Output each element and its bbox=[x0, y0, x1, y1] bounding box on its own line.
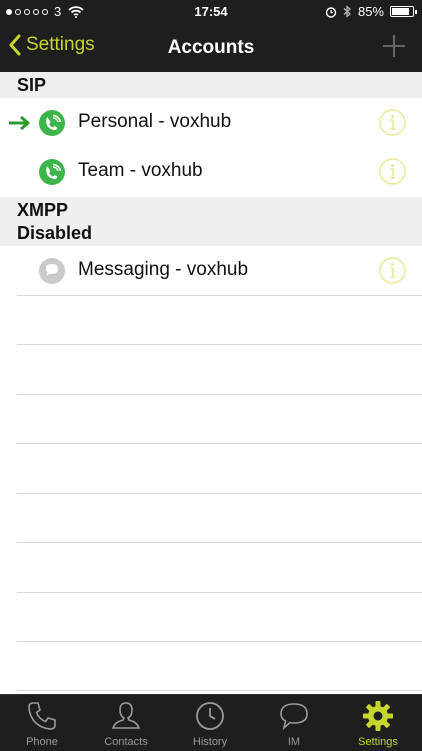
tab-im[interactable]: IM bbox=[252, 695, 336, 751]
clock-icon bbox=[196, 702, 224, 730]
tab-label: Phone bbox=[26, 736, 58, 748]
account-name: Personal - voxhub bbox=[78, 111, 232, 132]
status-right: 85% bbox=[325, 4, 417, 19]
chat-bubble-icon bbox=[39, 258, 65, 284]
row-divider bbox=[17, 493, 422, 494]
row-divider bbox=[17, 641, 422, 642]
contacts-icon bbox=[111, 702, 141, 729]
tab-history[interactable]: History bbox=[168, 695, 252, 751]
tab-contacts[interactable]: Contacts bbox=[84, 695, 168, 751]
account-name: Messaging - voxhub bbox=[78, 259, 249, 280]
row-divider bbox=[17, 394, 422, 395]
account-row-personal[interactable]: Personal - voxhub bbox=[0, 98, 422, 148]
bluetooth-icon bbox=[343, 5, 351, 18]
row-divider bbox=[17, 542, 422, 543]
account-row-team[interactable]: Team - voxhub bbox=[0, 147, 422, 197]
tab-label: IM bbox=[287, 736, 301, 748]
tab-label: Settings bbox=[358, 736, 398, 748]
info-button[interactable] bbox=[379, 257, 406, 284]
gear-icon bbox=[363, 701, 393, 731]
page-title: Accounts bbox=[167, 37, 255, 58]
chat-bubble-icon bbox=[280, 703, 308, 731]
info-button[interactable] bbox=[379, 158, 406, 185]
row-divider bbox=[17, 592, 422, 593]
section-header-sip: SIP bbox=[0, 72, 422, 98]
section-title: SIP bbox=[17, 75, 47, 95]
tab-label: History bbox=[192, 736, 228, 748]
top-bar: 3 17:54 85% Settings Accounts bbox=[0, 0, 422, 72]
tab-label: Contacts bbox=[104, 736, 148, 748]
section-subtitle: Disabled bbox=[17, 223, 93, 243]
battery-percent: 85% bbox=[357, 4, 384, 19]
navigation-bar: Settings Accounts bbox=[0, 24, 422, 72]
row-divider bbox=[17, 344, 422, 345]
tab-settings[interactable]: Settings bbox=[336, 695, 420, 751]
phone-icon bbox=[28, 702, 56, 730]
tab-bar: Phone Contacts History IM Settings bbox=[0, 694, 422, 751]
info-button[interactable] bbox=[379, 109, 406, 136]
row-divider bbox=[17, 295, 422, 296]
default-account-arrow-icon bbox=[9, 115, 30, 131]
account-row-messaging[interactable]: Messaging - voxhub bbox=[0, 246, 422, 296]
section-header-xmpp: XMPP Disabled bbox=[0, 197, 422, 246]
row-divider bbox=[17, 443, 422, 444]
account-name: Team - voxhub bbox=[78, 160, 203, 181]
battery-icon bbox=[390, 6, 417, 17]
row-divider bbox=[17, 690, 422, 691]
alarm-icon bbox=[325, 6, 337, 18]
status-bar: 3 17:54 85% bbox=[0, 0, 422, 24]
section-title: XMPP bbox=[17, 200, 69, 220]
sip-account-icon bbox=[39, 159, 65, 185]
add-account-button[interactable] bbox=[380, 32, 408, 60]
tab-phone[interactable]: Phone bbox=[0, 695, 84, 751]
sip-account-icon bbox=[39, 110, 65, 136]
